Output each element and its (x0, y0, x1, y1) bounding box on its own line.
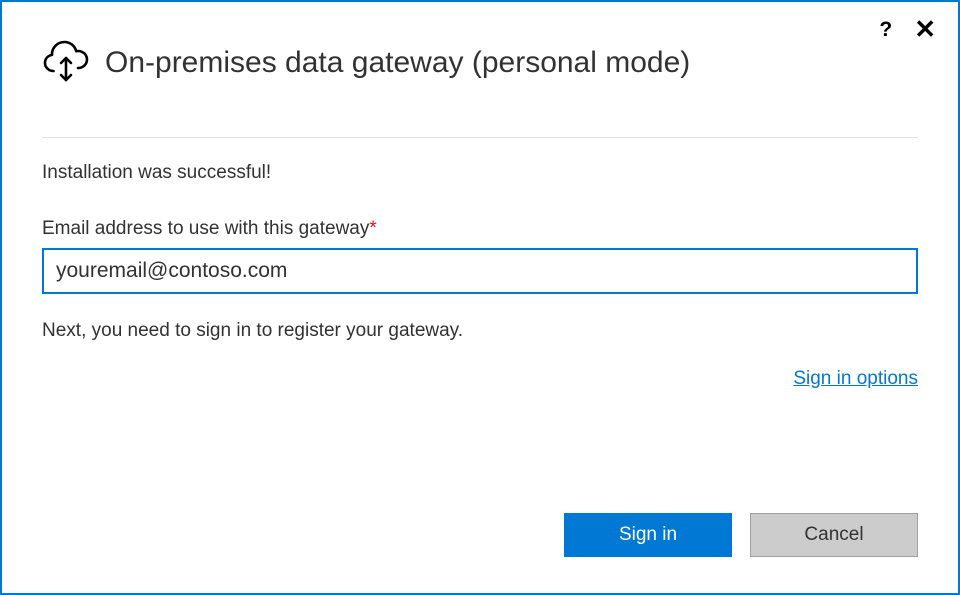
signin-button[interactable]: Sign in (564, 513, 732, 557)
cloud-gateway-icon (42, 36, 90, 89)
installation-success-text: Installation was successful! (42, 162, 918, 184)
dialog-title: On-premises data gateway (personal mode) (105, 46, 690, 80)
required-asterisk: * (369, 218, 376, 239)
email-label: Email address to use with this gateway* (42, 218, 918, 240)
titlebar-controls: ? ✕ (879, 16, 936, 42)
email-label-text: Email address to use with this gateway (42, 218, 369, 239)
gateway-dialog: ? ✕ On-premises data gateway (personal m… (0, 0, 960, 595)
close-icon[interactable]: ✕ (914, 16, 936, 42)
dialog-footer: Sign in Cancel (2, 513, 958, 593)
signin-options-link[interactable]: Sign in options (793, 368, 918, 390)
email-field[interactable] (42, 248, 918, 294)
dialog-header: On-premises data gateway (personal mode) (2, 2, 958, 89)
cancel-button[interactable]: Cancel (750, 513, 918, 557)
help-icon[interactable]: ? (879, 19, 892, 40)
dialog-content: Installation was successful! Email addre… (2, 138, 958, 513)
next-instruction-text: Next, you need to sign in to register yo… (42, 320, 918, 342)
signin-options-row: Sign in options (42, 368, 918, 390)
